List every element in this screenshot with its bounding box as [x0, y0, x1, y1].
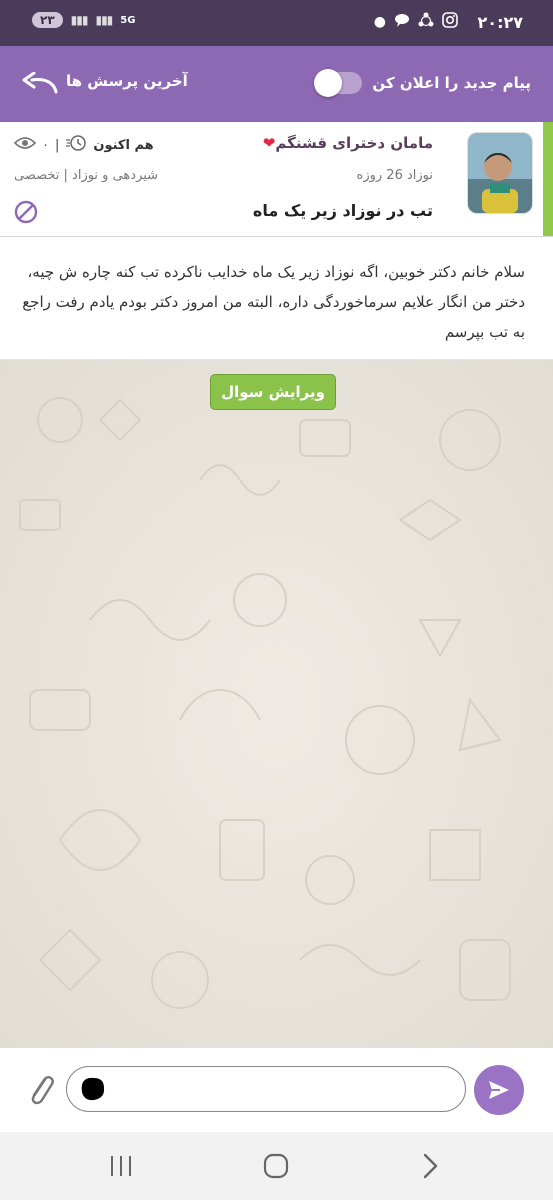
- status-left: ۲۳ ▮▮▮ ▮▮▮ 5G: [32, 12, 135, 28]
- edit-question-button[interactable]: ویرایش سوال: [210, 374, 336, 410]
- notify-label: پیام جدید را اعلان کن: [372, 74, 531, 92]
- divider: |: [54, 137, 60, 153]
- network-type: 5G: [120, 14, 136, 26]
- back-arrow-icon[interactable]: [20, 71, 60, 100]
- send-icon: [489, 1081, 509, 1099]
- doodle-background: [19, 397, 511, 1009]
- category-label: شیردهی و نوزاد | تخصصی: [14, 168, 159, 183]
- question-title: تب در نوزاد زیر یک ماه: [252, 201, 433, 220]
- status-bar: ۲۳ ▮▮▮ ▮▮▮ 5G ● ۲۰:۲۷: [0, 0, 553, 46]
- paperclip-icon[interactable]: [26, 1068, 56, 1114]
- eye-icon: [13, 136, 37, 154]
- heart-icon: ❤: [262, 134, 276, 152]
- signal-icon-2: ▮▮▮: [95, 13, 113, 27]
- avatar[interactable]: [467, 132, 533, 214]
- toggle-knob: [314, 69, 342, 97]
- chat-bubble-icon: [394, 13, 410, 31]
- system-nav-bar: [0, 1132, 553, 1200]
- view-count: ۰: [42, 137, 49, 153]
- instagram-icon: [442, 12, 458, 32]
- question-card[interactable]: ❤مامان دخترای قشنگم نوزاد 26 روزه تب در …: [0, 122, 553, 237]
- author-label: مامان دخترای قشنگم: [275, 134, 433, 152]
- nav-back-icon[interactable]: [420, 1152, 440, 1184]
- recent-apps-icon[interactable]: [108, 1154, 134, 1182]
- send-button[interactable]: [474, 1065, 524, 1115]
- battery-indicator: ۲۳: [32, 12, 63, 28]
- clock-icon: [65, 134, 87, 156]
- clock: ۲۰:۲۷: [477, 13, 523, 32]
- recent-questions-link[interactable]: آخرین پرسش ها: [66, 72, 188, 90]
- baby-age: نوزاد 26 روزه: [356, 168, 433, 183]
- emoji-icon[interactable]: [80, 1076, 106, 1102]
- message-input[interactable]: [66, 1066, 466, 1112]
- notify-toggle[interactable]: [314, 69, 362, 97]
- author-name: ❤مامان دخترای قشنگم: [263, 134, 433, 152]
- signal-icon: ▮▮▮: [70, 13, 89, 27]
- message-input-bar: [0, 1048, 553, 1132]
- status-accent-bar: [543, 122, 553, 236]
- home-icon[interactable]: [263, 1153, 289, 1183]
- app-toolbar: پیام جدید را اعلان کن آخرین پرسش ها: [0, 46, 553, 122]
- question-body: سلام خانم دکتر خوبین، اگه نوزاد زیر یک م…: [0, 237, 553, 359]
- block-icon[interactable]: [14, 200, 38, 228]
- posted-time: هم اکنون: [93, 137, 154, 153]
- chat-area: ویرایش سوال: [0, 360, 553, 1048]
- question-meta: ۰ | هم اکنون: [13, 134, 154, 156]
- dot-icon: ●: [373, 14, 386, 30]
- notification-icons: ●: [374, 12, 458, 32]
- share-icon: [418, 12, 434, 32]
